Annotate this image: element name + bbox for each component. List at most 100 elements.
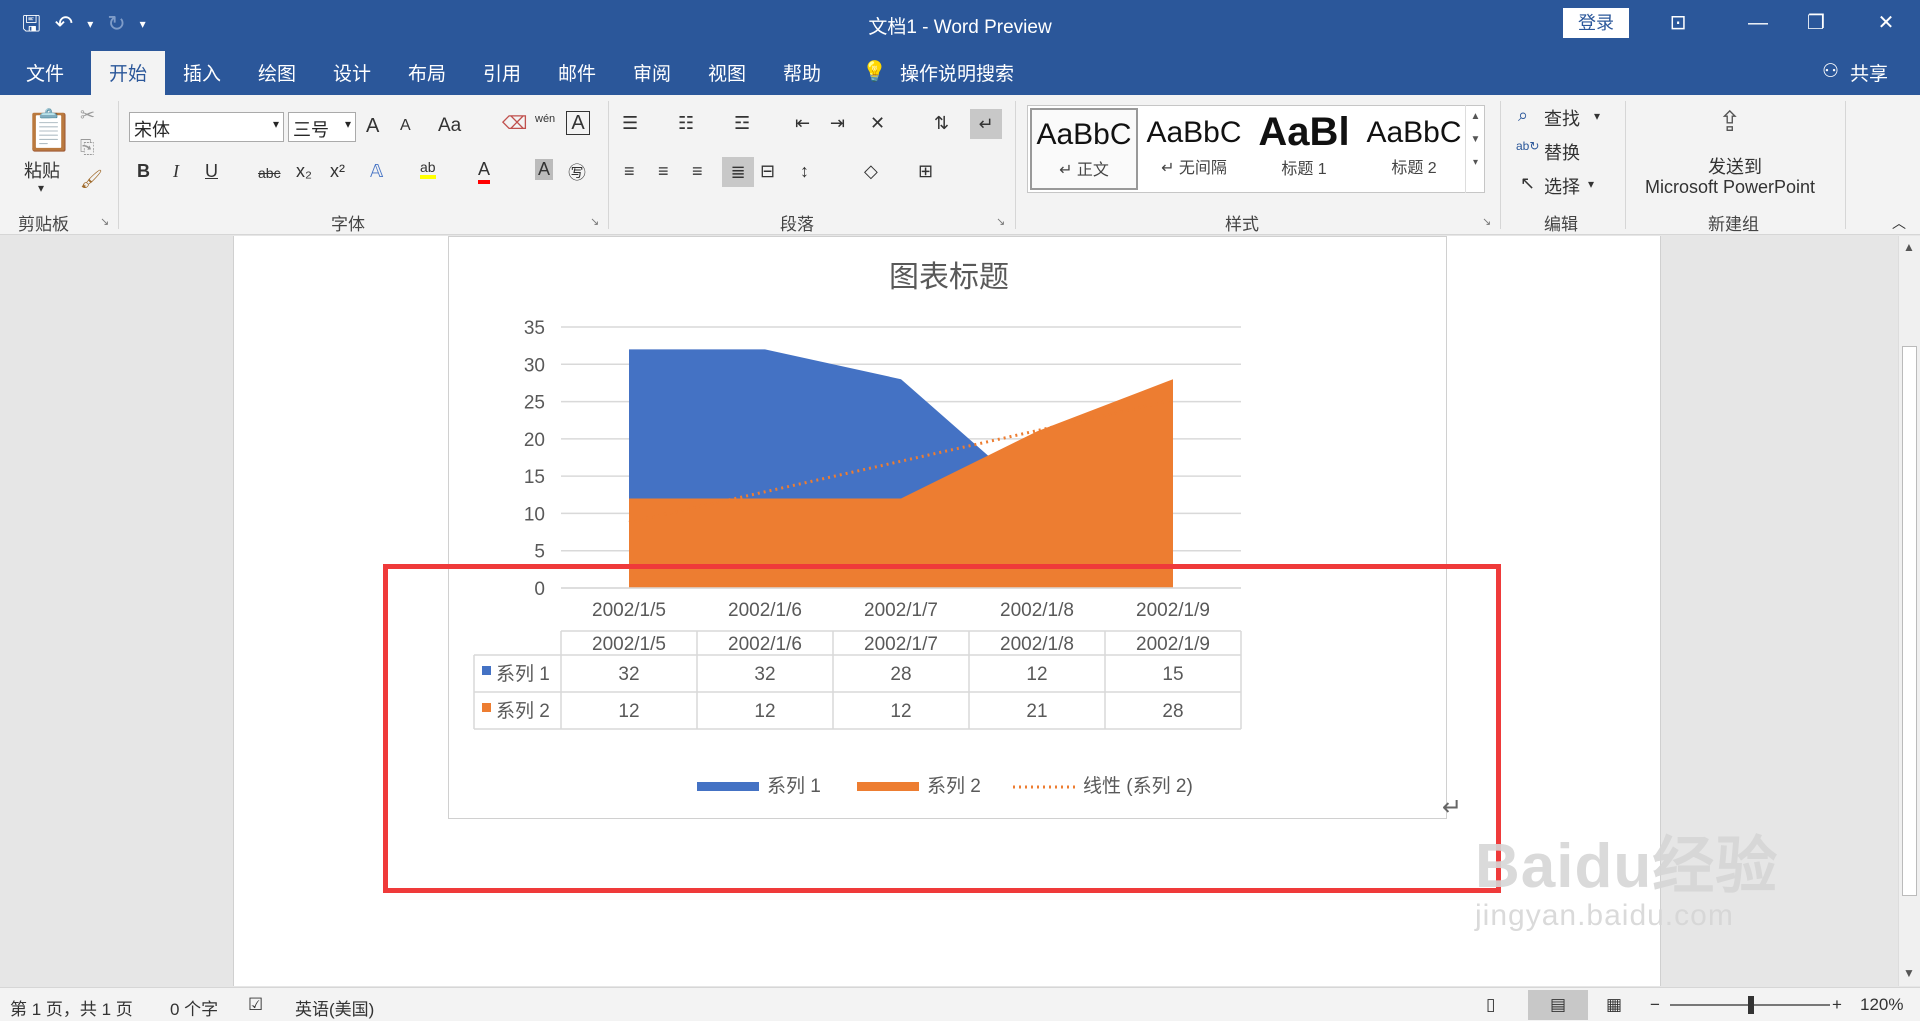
tab-layout[interactable]: 布局 xyxy=(408,59,446,86)
increase-indent-icon[interactable]: ⇥ xyxy=(830,113,845,134)
read-mode-icon[interactable]: ▯ xyxy=(1486,995,1495,1015)
justify-icon[interactable]: ≣ xyxy=(722,157,754,187)
align-right-icon[interactable]: ≡ xyxy=(692,161,703,182)
chevron-down-icon[interactable]: ▾ xyxy=(1588,177,1594,191)
tab-view[interactable]: 视图 xyxy=(708,59,746,86)
underline-button[interactable]: U xyxy=(205,161,218,182)
scroll-up-icon[interactable]: ▲ xyxy=(1903,240,1915,254)
restore-icon[interactable]: ❐ xyxy=(1796,8,1836,38)
tab-help[interactable]: 帮助 xyxy=(783,59,821,86)
bold-button[interactable]: B xyxy=(137,161,150,182)
tab-review[interactable]: 审阅 xyxy=(633,59,671,86)
font-color-button[interactable]: A xyxy=(478,159,491,184)
character-shading-button[interactable]: A xyxy=(535,159,554,180)
copy-icon[interactable]: ⎘ xyxy=(80,137,94,158)
text-effects-icon[interactable]: 𝔸 xyxy=(370,161,383,182)
zoom-level[interactable]: 120% xyxy=(1860,995,1903,1015)
paste-icon[interactable]: 📋 xyxy=(24,107,74,154)
numbering-icon[interactable]: ☷ xyxy=(678,113,694,134)
grow-font-button[interactable]: A xyxy=(366,115,379,138)
styles-launcher-icon[interactable]: ↘ xyxy=(1482,215,1491,228)
login-button[interactable]: 登录 xyxy=(1563,8,1629,38)
replace-button[interactable]: 替换 xyxy=(1544,139,1580,165)
style-name: ↵ 无间隔 xyxy=(1161,160,1227,177)
italic-button[interactable]: I xyxy=(173,161,179,182)
tab-mailings[interactable]: 邮件 xyxy=(558,59,596,86)
zoom-in-icon[interactable]: + xyxy=(1832,995,1842,1015)
clear-formatting-icon[interactable]: ⌫ xyxy=(502,113,527,134)
highlight-button[interactable]: ab xyxy=(420,159,436,179)
subscript-button[interactable]: x₂ xyxy=(296,161,312,182)
change-case-button[interactable]: Aa xyxy=(438,115,461,137)
bullets-icon[interactable]: ☰ xyxy=(622,113,638,134)
minimize-icon[interactable]: — xyxy=(1738,8,1778,38)
search-icon[interactable]: ⌕ xyxy=(1518,105,1528,126)
proofing-icon[interactable]: ☑ xyxy=(248,995,263,1015)
tab-references[interactable]: 引用 xyxy=(483,59,521,86)
share-button[interactable]: 共享 xyxy=(1850,59,1888,86)
replace-icon[interactable]: ab↻ xyxy=(1516,139,1539,153)
page-count[interactable]: 第 1 页，共 1 页 xyxy=(10,995,133,1020)
paste-dropdown-icon[interactable]: ▾ xyxy=(38,181,44,195)
clipboard-launcher-icon[interactable]: ↘ xyxy=(100,215,109,228)
styles-gallery-scroll[interactable]: ▲ ▼ ▾ xyxy=(1465,105,1485,193)
show-formatting-marks-icon[interactable]: ↵ xyxy=(970,109,1002,139)
word-count[interactable]: 0 个字 xyxy=(170,995,218,1020)
sort-icon[interactable]: ⇅ xyxy=(934,113,949,134)
web-layout-icon[interactable]: ▦ xyxy=(1606,995,1622,1015)
style-heading-2[interactable]: AaBbC 标题 2 xyxy=(1360,108,1468,190)
paste-button-label[interactable]: 粘贴 xyxy=(24,157,60,183)
strikethrough-button[interactable]: abc xyxy=(258,165,281,181)
vertical-scrollbar[interactable]: ▲ ▼ xyxy=(1898,236,1920,986)
style-heading-1[interactable]: AaBl 标题 1 xyxy=(1250,108,1358,190)
superscript-button[interactable]: x² xyxy=(330,161,345,182)
find-button[interactable]: 查找 xyxy=(1544,105,1580,131)
enclose-characters-icon[interactable]: ㊢ xyxy=(568,159,586,185)
tab-file[interactable]: 文件 xyxy=(26,59,64,86)
chevron-down-icon[interactable]: ▾ xyxy=(1594,109,1600,123)
tell-me-search[interactable]: 操作说明搜索 xyxy=(900,59,1014,86)
font-size-select[interactable]: 三号 ▾ xyxy=(288,112,356,142)
send-to-label[interactable]: 发送到 xyxy=(1708,153,1762,179)
collapse-ribbon-icon[interactable]: ︿ xyxy=(1892,213,1906,233)
line-spacing-icon[interactable]: ↕ xyxy=(800,161,809,182)
more-icon[interactable]: ▾ xyxy=(1466,157,1485,168)
scroll-down-icon[interactable]: ▼ xyxy=(1903,966,1915,980)
phonetic-guide-button[interactable]: wén xyxy=(535,113,555,125)
language[interactable]: 英语(美国) xyxy=(295,995,374,1020)
zoom-out-icon[interactable]: − xyxy=(1650,995,1660,1015)
zoom-slider-thumb[interactable] xyxy=(1748,996,1754,1014)
shading-icon[interactable]: ◇ xyxy=(864,161,878,182)
send-to-powerpoint-icon[interactable]: ⇪ xyxy=(1718,105,1741,138)
chevron-up-icon[interactable]: ▲ xyxy=(1466,111,1485,122)
select-button[interactable]: 选择 xyxy=(1544,173,1580,199)
format-painter-icon[interactable]: 🖌 xyxy=(80,169,103,190)
decrease-indent-icon[interactable]: ⇤ xyxy=(795,113,810,134)
style-no-spacing[interactable]: AaBbC ↵ 无间隔 xyxy=(1140,108,1248,190)
cut-icon[interactable]: ✂ xyxy=(80,105,95,126)
align-left-icon[interactable]: ≡ xyxy=(624,161,635,182)
distributed-icon[interactable]: ⊟ xyxy=(760,161,775,182)
align-center-icon[interactable]: ≡ xyxy=(658,161,669,182)
shrink-font-button[interactable]: A xyxy=(400,117,411,135)
style-normal[interactable]: AaBbC ↵ 正文 xyxy=(1030,108,1138,190)
send-to-app-label[interactable]: Microsoft PowerPoint xyxy=(1645,177,1815,198)
character-border-icon[interactable]: A xyxy=(566,111,590,135)
tab-insert[interactable]: 插入 xyxy=(183,59,221,86)
close-icon[interactable]: ✕ xyxy=(1866,8,1906,38)
tab-design[interactable]: 设计 xyxy=(333,59,371,86)
print-layout-icon[interactable]: ▤ xyxy=(1528,990,1588,1020)
chevron-down-icon[interactable]: ▼ xyxy=(1466,134,1485,145)
multilevel-list-icon[interactable]: ☲ xyxy=(734,113,750,134)
style-sample: AaBbC xyxy=(1146,116,1242,149)
ribbon-display-options-icon[interactable]: ⊡ xyxy=(1658,8,1698,38)
chinese-layout-icon[interactable]: ✕ xyxy=(870,113,885,134)
tab-draw[interactable]: 绘图 xyxy=(258,59,296,86)
scrollbar-thumb[interactable] xyxy=(1902,346,1917,896)
font-name-select[interactable]: 宋体 ▾ xyxy=(129,112,284,142)
tab-home[interactable]: 开始 xyxy=(91,51,166,95)
select-cursor-icon[interactable]: ↖ xyxy=(1520,173,1535,194)
font-launcher-icon[interactable]: ↘ xyxy=(590,215,599,228)
borders-icon[interactable]: ⊞ xyxy=(918,161,933,182)
paragraph-launcher-icon[interactable]: ↘ xyxy=(996,215,1005,228)
